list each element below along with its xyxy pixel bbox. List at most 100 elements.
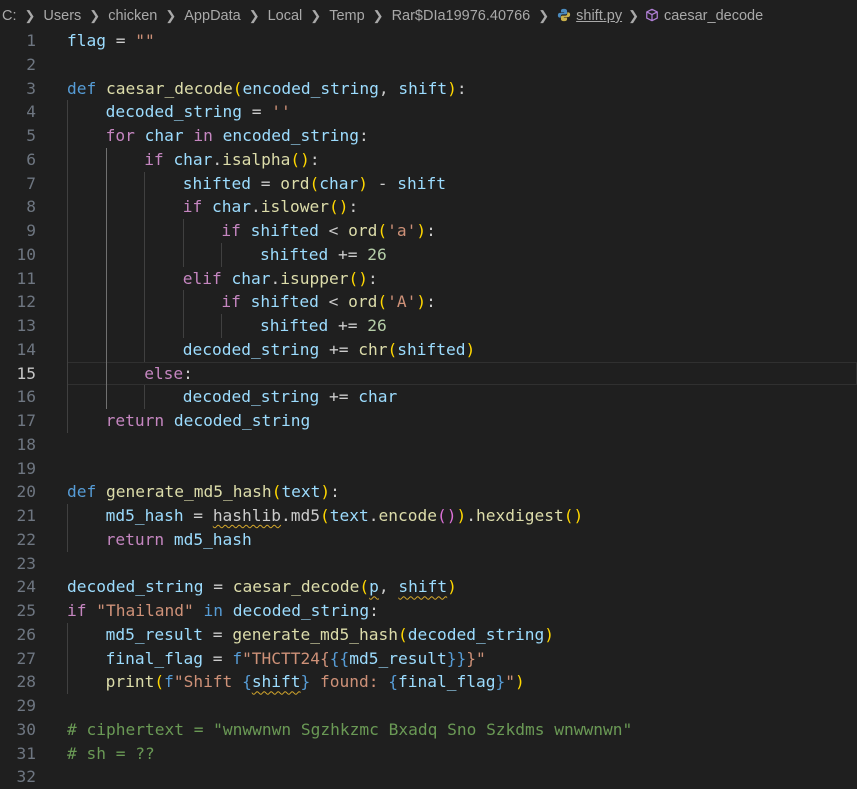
code-text: if "Thailand" in decoded_string: [67,599,379,623]
code-token: += [319,387,359,407]
indent-guide [67,527,68,552]
code-line[interactable]: 18 [0,433,857,457]
indent-guide [67,219,68,243]
chevron-right-icon: ❯ [24,8,36,23]
indent-guide [67,385,68,409]
code-line[interactable]: 28 print(f"Shift {shift} found: {final_fl… [0,670,857,694]
line-number: 7 [26,173,36,193]
code-token: ( [377,292,388,312]
code-line[interactable]: 11 elif char.isupper(): [0,266,857,291]
code-line[interactable]: 31 # sh = ?? [0,742,857,766]
code-token: caesar_decode [232,577,360,597]
code-line[interactable]: 32 [0,765,857,789]
code-token: .md5 [281,506,321,525]
code-token: += [319,339,359,359]
breadcrumb-segment[interactable]: Users [41,8,83,24]
code-token: def [67,482,97,502]
code-text: flag = "" [67,29,155,53]
code-line[interactable]: 26 md5_result = generate_md5_hash(decoded… [0,622,857,647]
chevron-right-icon: ❯ [372,8,384,23]
breadcrumb-segment[interactable]: chicken [106,8,159,24]
code-token: ( [387,339,398,359]
chevron-right-icon: ❯ [165,8,177,23]
code-token: shift [397,173,446,193]
code-token: : [348,197,359,217]
code-token: '' [271,102,291,122]
code-line[interactable]: 23 [0,552,857,576]
line-number: 9 [26,221,36,240]
code-line[interactable]: 22 return md5_hash [0,527,857,552]
breadcrumb-file[interactable]: shift.py [555,8,622,24]
code-token: shifted [260,244,329,264]
code-token: # ciphertext = "wnwwnwn Sgzhkzmc Bxadq S… [67,719,633,739]
code-line[interactable]: 20 def generate_md5_hash(text): [0,480,857,504]
breadcrumb-segment[interactable]: Temp [327,8,366,24]
code-line[interactable]: 6 if char.isalpha(): [0,147,857,172]
indent-guide [105,171,107,196]
code-line[interactable]: 13 shifted += 26 [0,314,857,338]
code-token: shifted [397,339,466,359]
line-number: 31 [16,743,37,763]
code-line[interactable]: 14 decoded_string += chr(shifted) [0,337,857,362]
code-token: char [173,149,213,169]
code-token: char [319,173,359,193]
code-token: : [369,601,379,620]
line-number: 14 [16,339,37,359]
code-token: found: [310,672,389,692]
code-line[interactable]: 5 for char in encoded_string: [0,124,857,148]
code-line[interactable]: 24 decoded_string = caesar_decode(p, shif… [0,575,857,599]
code-token: ) [447,78,457,98]
code-line[interactable]: 3 def caesar_decode(encoded_string, shift… [0,77,857,101]
code-line[interactable]: 2 [0,53,857,77]
code-editor[interactable]: 1 flag = "" 2 3 def caesar_decode(encoded_st… [0,29,857,789]
code-line[interactable]: 30 # ciphertext = "wnwwnwn Sgzhkzmc Bxadq… [0,718,857,742]
breadcrumb-segment[interactable]: AppData [182,8,242,24]
code-line[interactable]: 21 md5_hash = hashlib.md5(text.encode()).… [0,504,857,528]
indent-guide [67,646,68,671]
code-text: elif char.isupper(): [183,267,378,291]
code-line[interactable]: 10 shifted += 26 [0,242,857,267]
code-line[interactable]: 12 if shifted < ord('A'): [0,290,857,314]
code-line[interactable]: 9 if shifted < ord('a'): [0,219,857,243]
line-number: 27 [16,648,37,668]
line-number: 3 [26,78,36,98]
breadcrumb-segment[interactable]: C: [0,8,19,24]
code-line[interactable]: 17 return decoded_string [0,409,857,433]
code-token: , [378,577,399,597]
code-line[interactable]: 25 if "Thailand" in decoded_string: [0,599,857,623]
breadcrumb-segment[interactable]: Local [266,8,305,24]
indent-guide [67,124,68,148]
code-token: char [212,197,252,217]
code-token: "Thailand" [96,601,194,620]
indent-guide [221,242,223,267]
code-line[interactable]: 19 [0,457,857,481]
code-line[interactable]: 29 [0,694,857,718]
code-token: : [368,268,378,288]
code-line[interactable]: 27 final_flag = f"THCTT24{{{md5_result}}}… [0,646,857,671]
indent-guide [67,622,68,647]
code-token: ( [271,482,282,502]
code-line[interactable]: 7 shifted = ord(char) - shift [0,171,857,196]
line-number: 30 [16,719,37,739]
code-text: decoded_string += char [183,385,397,409]
code-text: decoded_string += chr(shifted) [183,338,475,362]
code-line[interactable]: 8 if char.islower(): [0,195,857,219]
code-token: if [182,197,203,217]
code-token: chr [358,339,388,359]
code-text: md5_hash = hashlib.md5(text.encode()).he… [106,504,584,528]
breadcrumb-segment[interactable]: Rar$DIa19976.40766 [390,8,533,24]
code-line[interactable]: 4 decoded_string = '' [0,100,857,124]
breadcrumb-symbol[interactable]: caesar_decode [645,8,763,24]
code-line[interactable]: 16 decoded_string += char [0,385,857,409]
code-line[interactable]: 1 flag = "" [0,29,857,53]
indent-guide [67,670,68,694]
code-line[interactable]: 15 else: [0,361,857,386]
line-number: 24 [16,577,37,597]
chevron-right-icon: ❯ [89,8,101,23]
